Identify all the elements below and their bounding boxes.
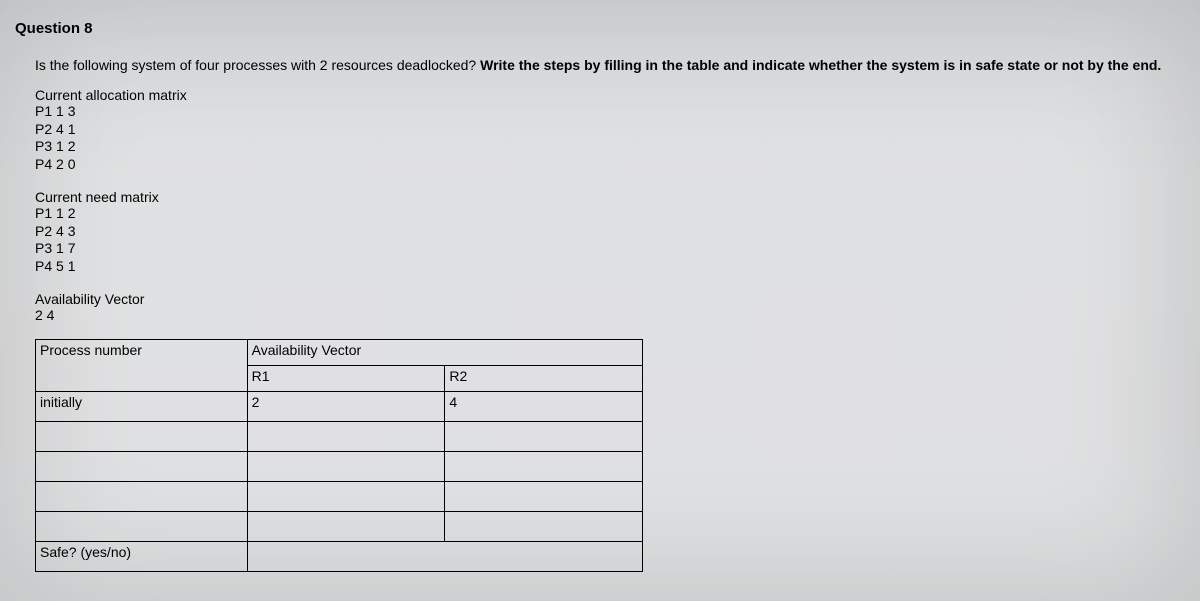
need-row: P4 5 1 [35,258,1185,276]
allocation-row: P3 1 2 [35,138,1185,156]
need-row: P2 4 3 [35,223,1185,241]
prompt-bold: Write the steps by filling in the table … [480,57,1161,73]
row-safe-answer[interactable] [247,541,642,571]
row-step4-process[interactable] [36,511,248,541]
availability-value: 2 4 [35,307,1185,325]
row-initially-label: initially [36,391,248,421]
question-content: Is the following system of four processe… [15,57,1185,572]
row-step2-r1[interactable] [247,451,445,481]
col-availability-vector: Availability Vector [247,339,642,365]
row-step2-r2[interactable] [445,451,643,481]
row-step3-process[interactable] [36,481,248,511]
allocation-row: P2 4 1 [35,121,1185,139]
row-step2-process[interactable] [36,451,248,481]
row-step1-process[interactable] [36,421,248,451]
col-process-number: Process number [36,339,248,391]
row-step1-r2[interactable] [445,421,643,451]
allocation-row: P1 1 3 [35,103,1185,121]
availability-header: Availability Vector [35,291,1185,307]
need-row: P1 1 2 [35,205,1185,223]
question-prompt: Is the following system of four processe… [35,57,1185,73]
row-step1-r1[interactable] [247,421,445,451]
row-step4-r1[interactable] [247,511,445,541]
allocation-row: P4 2 0 [35,156,1185,174]
need-header: Current need matrix [35,189,1185,205]
answer-table: Process number Availability Vector R1 R2… [35,339,643,572]
col-r2: R2 [445,365,643,391]
row-step3-r2[interactable] [445,481,643,511]
row-initially-r2[interactable]: 4 [445,391,643,421]
allocation-header: Current allocation matrix [35,87,1185,103]
col-r1: R1 [247,365,445,391]
row-step4-r2[interactable] [445,511,643,541]
row-safe-label: Safe? (yes/no) [36,541,248,571]
need-row: P3 1 7 [35,240,1185,258]
prompt-plain: Is the following system of four processe… [35,57,480,73]
row-step3-r1[interactable] [247,481,445,511]
row-initially-r1[interactable]: 2 [247,391,445,421]
question-title: Question 8 [15,20,1185,37]
